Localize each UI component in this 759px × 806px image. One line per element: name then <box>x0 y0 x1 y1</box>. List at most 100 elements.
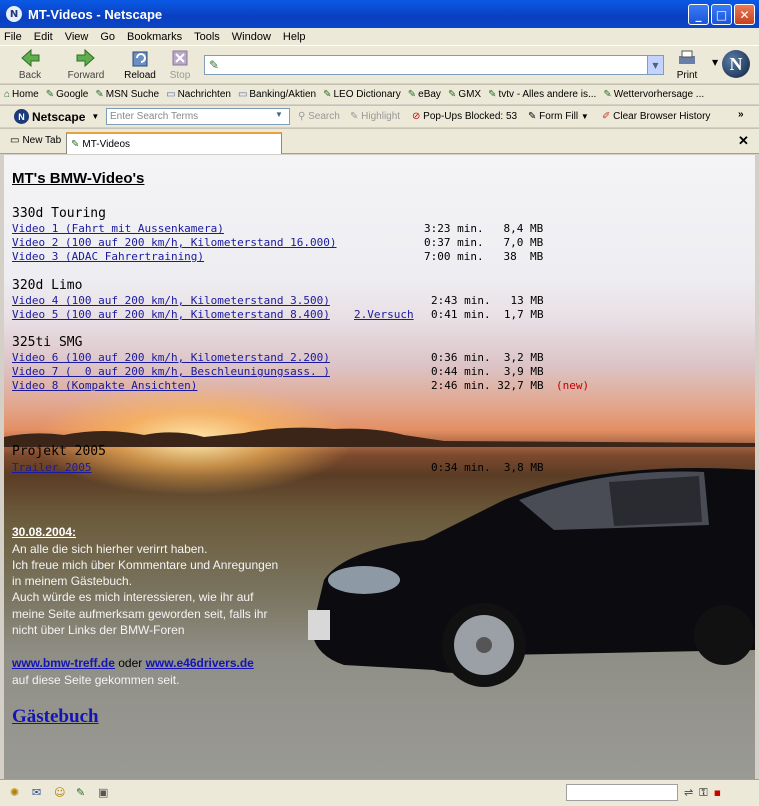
bookmark-folder-nachrichten[interactable]: ▭ Nachrichten <box>166 89 231 100</box>
section-title-330d: 330d Touring <box>12 206 106 221</box>
tab-bar: ▭ New Tab ✎ MT-Videos ✕ <box>0 128 759 154</box>
guestbook-link[interactable]: Gästebuch <box>12 706 99 728</box>
print-label: Print <box>676 70 698 81</box>
print-button[interactable]: Print <box>676 49 698 81</box>
chevron-down-icon: ▼ <box>580 112 589 121</box>
navigation-toolbar: Back Forward Reload Stop ✎ ▼ Print ▼ <box>0 45 759 83</box>
bookmark-msn-suche[interactable]: ✎ MSN Suche <box>95 89 159 100</box>
message-line-3: in meinem Gästebuch. <box>12 574 133 588</box>
bookmark-icon: ✎ <box>45 89 55 100</box>
bookmark-ebay[interactable]: ✎ eBay <box>408 89 441 100</box>
menu-tools[interactable]: Tools <box>194 31 220 43</box>
trailer-link[interactable]: Trailer 2005 <box>12 461 91 474</box>
forward-label: Forward <box>67 70 105 81</box>
menu-file[interactable]: File <box>4 31 22 43</box>
menu-help[interactable]: Help <box>283 31 306 43</box>
maximize-button[interactable]: □ <box>711 4 732 25</box>
folder-icon: ▭ <box>166 89 176 100</box>
video-link-5-extra[interactable]: 2.Versuch <box>354 308 414 321</box>
close-tab-icon[interactable]: ✕ <box>738 133 749 149</box>
url-dropdown-icon[interactable]: ▼ <box>647 56 663 74</box>
status-bar: ✺ ✉ ☺ ✎ ▣ ⇌ ⚿ ▪ <box>0 779 759 806</box>
bookmark-home[interactable]: ⌂ Home <box>4 89 39 100</box>
message-line-2: Ich freue mich über Kommentare und Anreg… <box>12 558 279 572</box>
bookmark-leo[interactable]: ✎ LEO Dictionary <box>323 89 401 100</box>
video-link-6[interactable]: Video 6 (100 auf 200 km/h, Kilometerstan… <box>12 351 330 364</box>
message-date: 30.08.2004: <box>12 525 77 539</box>
bookmark-tvtv[interactable]: ✎ tvtv - Alles andere is... <box>488 89 596 100</box>
minimize-button[interactable]: _ <box>688 4 709 25</box>
magnifier-icon: ⚲ <box>298 111 306 122</box>
video-info-1: 3:23 min. 8,4 MB <box>424 222 544 235</box>
pen-icon: ✎ <box>528 111 537 122</box>
section-title-projekt-2005: Projekt 2005 <box>12 444 106 459</box>
highlight-button[interactable]: ✎ Highlight <box>350 111 400 122</box>
connection-icon[interactable]: ⇌ <box>684 786 693 800</box>
video-link-7[interactable]: Video 7 ( 0 auf 200 km/h, Beschleunigung… <box>12 365 330 378</box>
chevron-down-icon: ▼ <box>91 112 100 121</box>
search-dropdown-icon[interactable]: ▼ <box>275 110 283 119</box>
reload-button[interactable]: Reload <box>118 48 162 81</box>
back-button[interactable]: Back <box>8 48 52 81</box>
netscape-logo-icon: N <box>14 109 29 124</box>
video-info-5: 0:41 min. 1,7 MB <box>431 308 544 321</box>
video-link-8[interactable]: Video 8 (Kompakte Ansichten) <box>12 379 197 392</box>
bookmark-icon: ✎ <box>95 89 104 100</box>
video-link-5[interactable]: Video 5 (100 auf 200 km/h, Kilometerstan… <box>12 308 330 321</box>
e46drivers-link[interactable]: www.e46drivers.de <box>146 656 254 670</box>
stop-label: Stop <box>169 70 191 81</box>
bookmark-google[interactable]: ✎ Google <box>46 89 89 100</box>
video-info-8: 2:46 min. 32,7 MB <box>431 379 544 392</box>
address-book-icon[interactable]: ▣ <box>98 786 112 800</box>
toolbar-overflow-icon[interactable]: » <box>738 109 744 120</box>
composer-icon[interactable]: ✎ <box>76 786 90 800</box>
menu-window[interactable]: Window <box>232 31 271 43</box>
menu-bar: File Edit View Go Bookmarks Tools Window… <box>0 28 759 45</box>
popups-blocked-button[interactable]: ⊘ Pop-Ups Blocked: 53 <box>412 111 517 122</box>
netscape-app-icon[interactable]: N <box>6 6 22 22</box>
bookmark-icon: ✎ <box>407 89 417 100</box>
menu-bookmarks[interactable]: Bookmarks <box>127 31 182 43</box>
url-bar[interactable]: ✎ ▼ <box>204 55 664 75</box>
folder-icon: ▭ <box>237 89 248 100</box>
chat-icon[interactable]: ☺ <box>54 786 68 800</box>
clear-history-button[interactable]: ✐ Clear Browser History <box>602 111 710 122</box>
popup-status-icon[interactable]: ▪ <box>714 786 721 800</box>
bookmarks-toolbar: ⌂ Home ✎ Google ✎ MSN Suche ▭ Nachrichten ▭ B… <box>0 84 759 104</box>
bookmark-folder-banking[interactable]: ▭ Banking/Aktien <box>238 89 316 100</box>
menu-edit[interactable]: Edit <box>34 31 53 43</box>
close-button[interactable]: ✕ <box>734 4 755 25</box>
bookmark-gmx[interactable]: ✎ GMX <box>448 89 481 100</box>
message-after-links: auf diese Seite gekommen seit. <box>12 673 180 687</box>
navigator-icon[interactable]: ✺ <box>10 786 24 800</box>
page-title: MT's BMW-Video's <box>12 170 145 187</box>
mail-icon[interactable]: ✉ <box>32 786 46 800</box>
stop-button[interactable]: Stop <box>158 48 202 81</box>
bmw-treff-link[interactable]: www.bmw-treff.de <box>12 656 115 670</box>
status-progress-field <box>566 784 678 801</box>
forward-button[interactable]: Forward <box>64 48 108 81</box>
video-link-3[interactable]: Video 3 (ADAC Fahrertraining) <box>12 250 204 263</box>
home-icon: ⌂ <box>4 89 11 100</box>
message-line-1: An alle die sich hierher verirrt haben. <box>12 542 208 556</box>
new-tab-icon: ▭ <box>10 135 20 146</box>
form-fill-button[interactable]: ✎ Form Fill ▼ <box>528 111 589 122</box>
menu-view[interactable]: View <box>65 31 89 43</box>
page-favicon-icon: ✎ <box>71 138 80 150</box>
menu-go[interactable]: Go <box>100 31 115 43</box>
section-title-325ti: 325ti SMG <box>12 335 83 350</box>
search-button[interactable]: ⚲ Search <box>298 111 340 122</box>
back-label: Back <box>18 70 42 81</box>
bookmark-wetter[interactable]: ✎ Wettervorhersage ... <box>603 89 704 100</box>
video-link-1[interactable]: Video 1 (Fahrt mit Aussenkamera) <box>12 222 224 235</box>
video-link-2[interactable]: Video 2 (100 auf 200 km/h, Kilometerstan… <box>12 236 337 249</box>
netscape-search-button[interactable]: N Netscape ▼ <box>14 109 99 124</box>
tab-mt-videos[interactable]: ✎ MT-Videos <box>66 132 282 154</box>
blocked-icon: ⊘ <box>412 111 421 122</box>
new-tab-button[interactable]: ▭ New Tab <box>10 135 61 146</box>
netscape-throbber-logo[interactable]: N <box>722 50 750 78</box>
search-input[interactable]: Enter Search Terms <box>106 108 290 125</box>
video-link-4[interactable]: Video 4 (100 auf 200 km/h, Kilometerstan… <box>12 294 330 307</box>
security-icon[interactable]: ⚿ <box>699 786 707 800</box>
print-dropdown-icon[interactable]: ▼ <box>712 58 718 67</box>
